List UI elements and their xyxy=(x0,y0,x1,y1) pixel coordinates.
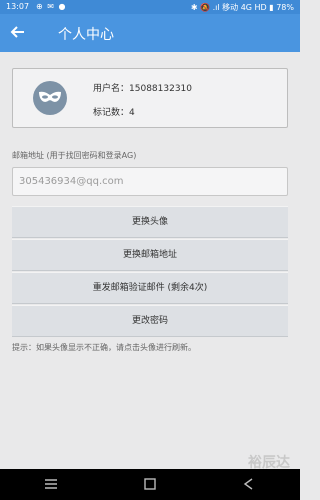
status-bar: 13:07 ⊕ ✉ ● ✱ 🔕 .ıl 移动 4G HD ▮ 78% xyxy=(0,0,300,14)
status-time: 13:07 xyxy=(6,2,30,11)
system-nav-bar xyxy=(0,469,300,500)
marks-count: 4 xyxy=(129,108,135,118)
change-email-button[interactable]: 更换邮箱地址 xyxy=(12,239,288,271)
username-value: 15088132310 xyxy=(129,84,193,94)
mask-icon xyxy=(39,91,61,102)
status-left-icons: ⊕ ✉ ● xyxy=(36,2,67,11)
email-field[interactable] xyxy=(12,167,288,196)
back-nav-icon[interactable] xyxy=(242,478,256,490)
menu-icon[interactable] xyxy=(44,478,58,490)
marks-label: 标记数： xyxy=(93,108,130,118)
username-label: 用户名： xyxy=(93,84,130,94)
home-icon[interactable] xyxy=(143,478,157,490)
arrow-left-icon xyxy=(10,26,24,38)
email-label: 邮箱地址 (用于找回密码和登录AG) xyxy=(12,151,137,160)
resend-verification-button[interactable]: 重发邮箱验证邮件 (剩余4次) xyxy=(12,272,288,304)
status-right-icons: ✱ 🔕 .ıl 移动 4G HD ▮ 78% xyxy=(190,3,294,12)
change-avatar-button[interactable]: 更换头像 xyxy=(12,206,288,238)
app-bar: 个人中心 xyxy=(0,14,300,52)
page-title: 个人中心 xyxy=(58,27,114,43)
profile-card: 用户名：15088132310 标记数：4 xyxy=(12,68,288,128)
action-buttons: 更换头像 更换邮箱地址 重发邮箱验证邮件 (剩余4次) 更改密码 xyxy=(12,206,288,338)
avatar[interactable] xyxy=(33,81,67,115)
hint-text: 提示：如果头像显示不正确，请点击头像进行刷新。 xyxy=(12,343,196,352)
username-row: 用户名：15088132310 xyxy=(93,81,192,94)
back-button[interactable] xyxy=(8,22,32,44)
marks-row: 标记数：4 xyxy=(93,105,135,118)
change-password-button[interactable]: 更改密码 xyxy=(12,305,288,337)
